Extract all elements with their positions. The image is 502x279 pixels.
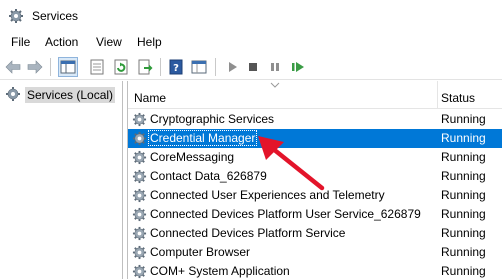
tree-item-services-local[interactable]: Services (Local) [5, 86, 116, 105]
service-gear-icon [132, 131, 147, 146]
refresh-icon[interactable] [111, 57, 131, 77]
service-name: Contact Data_626879 [150, 169, 267, 183]
service-gear-icon [132, 245, 147, 260]
stop-service-icon[interactable] [243, 57, 263, 77]
service-gear-icon [132, 188, 147, 203]
service-status: Running [441, 150, 486, 164]
properties-icon[interactable] [87, 57, 107, 77]
service-gear-icon [132, 112, 147, 127]
toolbar-separator [160, 58, 161, 76]
service-gear-icon [132, 169, 147, 184]
svg-text:?: ? [173, 63, 179, 74]
table-row[interactable]: Credential Manager Running [128, 129, 502, 148]
service-status: Running [441, 207, 486, 221]
start-service-icon[interactable] [222, 57, 242, 77]
service-name: Cryptographic Services [150, 112, 275, 126]
menu-action[interactable]: Action [45, 35, 78, 49]
services-list: Name Status Cryptographic Services Runnin… [127, 81, 502, 279]
table-row[interactable]: Connected User Experiences and Telemetry… [128, 186, 502, 205]
show-hide-console-tree-icon[interactable] [58, 57, 78, 77]
table-row[interactable]: Computer Browser Running [128, 243, 502, 262]
window-title: Services [32, 9, 79, 23]
help-icon[interactable]: ? [166, 57, 186, 77]
service-name: Credential Manager [147, 130, 258, 146]
service-status: Running [441, 188, 486, 202]
service-gear-icon [132, 150, 147, 165]
table-row[interactable]: Cryptographic Services Running [128, 110, 502, 129]
console-tree: Services (Local) [0, 81, 123, 279]
toolbar: ? [0, 54, 502, 80]
back-arrow-icon[interactable] [3, 57, 23, 77]
menu-file[interactable]: File [11, 35, 30, 49]
service-name: Connected User Experiences and Telemetry [150, 188, 385, 202]
column-divider[interactable] [437, 81, 438, 109]
menu-bar: File Action View Help [0, 32, 502, 52]
service-name: COM+ System Application [150, 264, 290, 278]
gear-icon [8, 8, 24, 27]
column-header-name[interactable]: Name [134, 91, 166, 105]
gear-icon [5, 86, 21, 105]
service-gear-icon [132, 264, 147, 279]
table-row[interactable]: CoreMessaging Running [128, 148, 502, 167]
service-status: Running [441, 264, 486, 278]
extended-view-icon[interactable] [189, 57, 209, 77]
column-header-status[interactable]: Status [441, 91, 475, 105]
service-gear-icon [132, 226, 147, 241]
toolbar-separator [215, 58, 216, 76]
service-name: Connected Devices Platform User Service_… [150, 207, 421, 221]
service-status: Running [441, 169, 486, 183]
service-name: CoreMessaging [150, 150, 235, 164]
restart-service-icon[interactable] [288, 57, 308, 77]
service-status: Running [441, 112, 486, 126]
pause-service-icon[interactable] [265, 57, 285, 77]
forward-arrow-icon[interactable] [25, 57, 45, 77]
service-status: Running [441, 226, 486, 240]
table-row[interactable]: COM+ System Application Running [128, 262, 502, 279]
sort-indicator-icon [270, 82, 280, 88]
export-list-icon[interactable] [135, 57, 155, 77]
menu-help[interactable]: Help [137, 35, 162, 49]
table-row[interactable]: Connected Devices Platform Service Runnin… [128, 224, 502, 243]
menu-view[interactable]: View [96, 35, 122, 49]
service-name: Computer Browser [150, 245, 251, 259]
column-header-row: Name Status [128, 81, 502, 109]
table-row[interactable]: Contact Data_626879 Running [128, 167, 502, 186]
service-name: Connected Devices Platform Service [150, 226, 346, 240]
service-status: Running [441, 131, 486, 145]
table-row[interactable]: Connected Devices Platform User Service_… [128, 205, 502, 224]
tree-item-label: Services (Local) [25, 87, 116, 103]
title-bar: Services [0, 0, 502, 32]
service-status: Running [441, 245, 486, 259]
toolbar-separator [50, 58, 51, 76]
service-gear-icon [132, 207, 147, 222]
